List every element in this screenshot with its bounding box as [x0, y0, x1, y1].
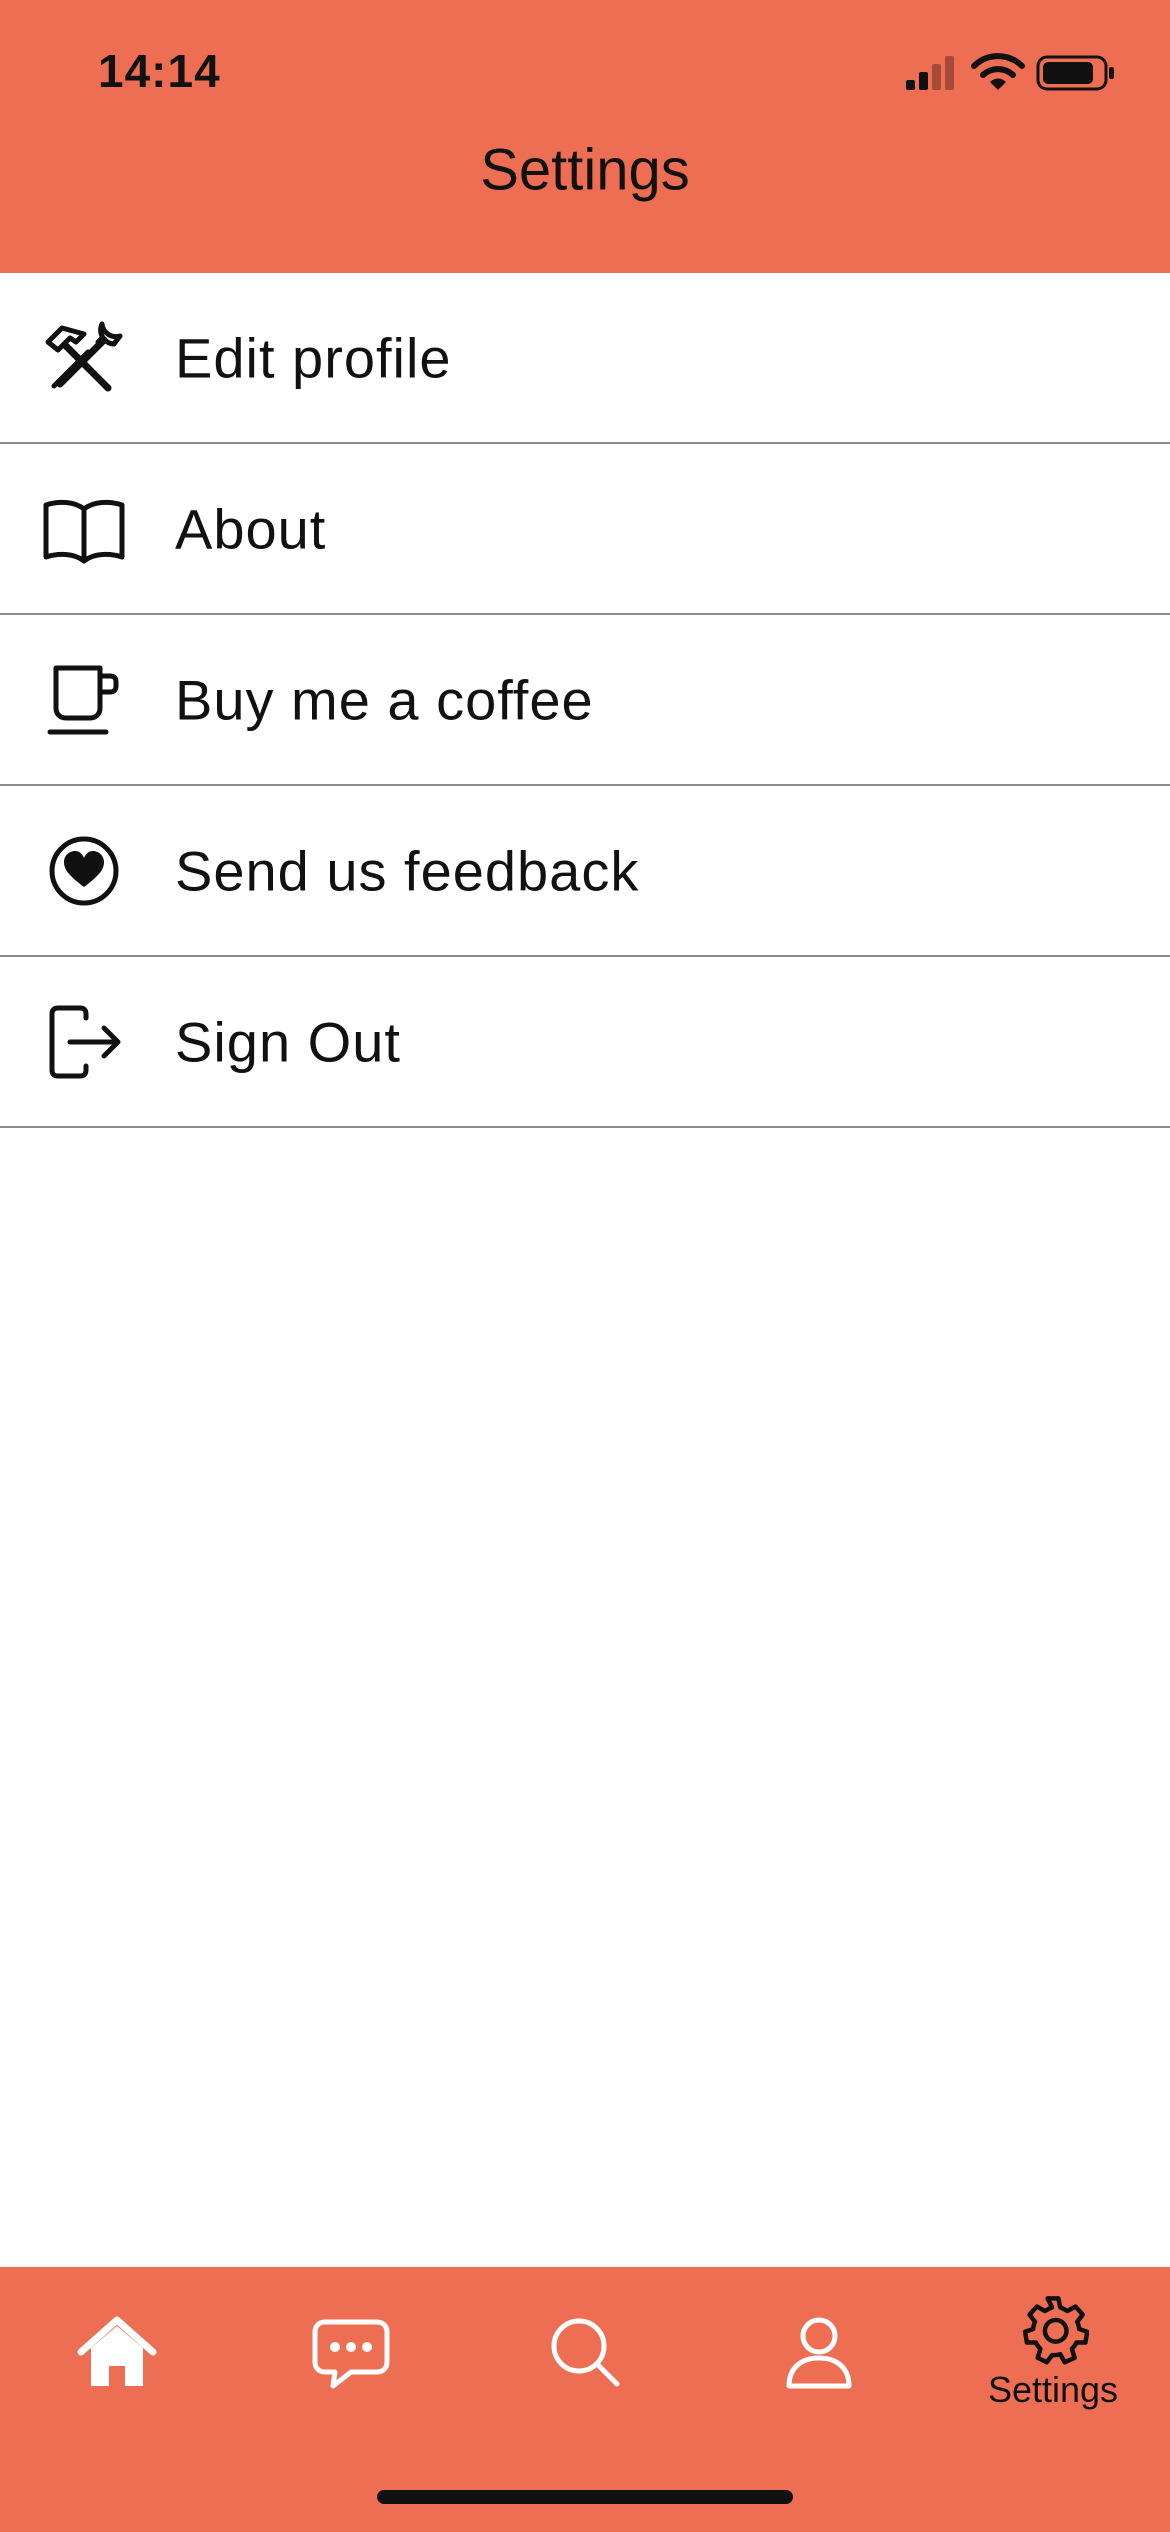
- sign-out-row[interactable]: Sign Out: [0, 957, 1170, 1128]
- buy-coffee-label: Buy me a coffee: [175, 668, 594, 731]
- tab-search[interactable]: [468, 2267, 702, 2437]
- search-icon: [551, 2318, 620, 2387]
- heart-circle-icon: [40, 827, 128, 915]
- edit-profile-row[interactable]: Edit profile: [0, 273, 1170, 444]
- tab-settings-label: Settings: [987, 2369, 1119, 2410]
- tab-profile[interactable]: [702, 2267, 936, 2437]
- settings-screen: 14:14 Settings Edit profile About Buy me…: [0, 0, 1170, 2532]
- sign-out-label: Sign Out: [175, 1010, 401, 1073]
- tools-icon: [40, 314, 128, 402]
- tab-bar: Settings: [0, 2267, 1170, 2532]
- gear-icon: [1022, 2296, 1089, 2365]
- status-time: 14:14: [98, 45, 221, 97]
- battery-icon: [1036, 55, 1114, 91]
- send-feedback-label: Send us feedback: [175, 839, 640, 902]
- about-row[interactable]: About: [0, 444, 1170, 615]
- edit-profile-label: Edit profile: [175, 326, 452, 389]
- tab-settings[interactable]: Settings: [936, 2267, 1170, 2437]
- buy-coffee-row[interactable]: Buy me a coffee: [0, 615, 1170, 786]
- book-icon: [40, 485, 128, 573]
- coffee-cup-icon: [40, 656, 128, 744]
- settings-list: Edit profile About Buy me a coffee Send …: [0, 273, 1170, 1128]
- sign-out-icon: [40, 998, 128, 1086]
- home-icon: [77, 2316, 157, 2386]
- tab-messages[interactable]: [234, 2267, 468, 2437]
- header: 14:14 Settings: [0, 0, 1170, 273]
- signal-icon: [906, 56, 954, 90]
- profile-icon: [786, 2317, 852, 2389]
- about-label: About: [175, 497, 327, 560]
- page-title: Settings: [480, 137, 690, 203]
- wifi-icon: [971, 53, 1025, 90]
- send-feedback-row[interactable]: Send us feedback: [0, 786, 1170, 957]
- tab-home[interactable]: [0, 2267, 234, 2437]
- chat-icon: [312, 2319, 390, 2389]
- home-indicator: [377, 2490, 793, 2504]
